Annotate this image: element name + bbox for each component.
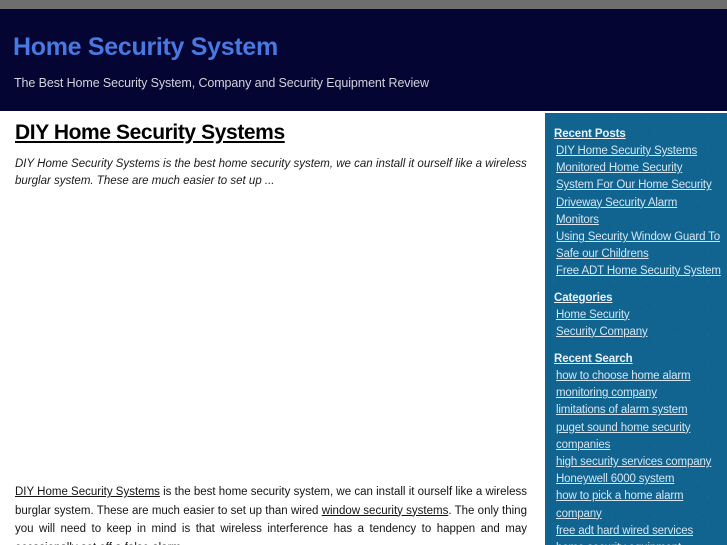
list-item: free adt hard wired services [556,522,722,539]
list-item: high security services company [556,453,722,470]
list-item: Home Security [556,306,722,323]
recent-post-link[interactable]: DIY Home Security Systems [556,145,697,157]
list-item: Driveway Security Alarm Monitors [556,194,722,228]
list-item: Free ADT Home Security System [556,262,722,279]
list-item: Security Company [556,323,722,340]
widget-title-recent-search: Recent Search [554,353,633,366]
post-title: DIY Home Security Systems [15,121,285,145]
main-content-column: DIY Home Security Systems DIY Home Secur… [0,111,545,545]
widget-recent-posts: Recent Posts DIY Home Security Systems M… [545,126,727,280]
list-item: puget sound home security companies [556,419,722,453]
post-title-link[interactable]: DIY Home Security Systems [15,121,285,144]
recent-post-link[interactable]: Driveway Security Alarm Monitors [556,197,677,226]
category-link[interactable]: Security Company [556,326,648,338]
page-root: Home Security System The Best Home Secur… [0,0,727,545]
site-header: Home Security System The Best Home Secur… [0,9,727,111]
browser-chrome-strip [0,0,727,9]
recent-post-link[interactable]: Using Security Window Guard To Safe our … [556,231,720,260]
list-item: Honeywell 6000 system [556,470,722,487]
widget-title-recent-posts: Recent Posts [554,128,626,140]
list-item: home security equipment [556,539,722,545]
content-wrapper: DIY Home Security Systems DIY Home Secur… [0,111,727,545]
list-item: limitations of alarm system [556,401,722,418]
widget-recent-search: Recent Search how to choose home alarm m… [545,351,727,545]
post-body-paragraph: DIY Home Security Systems is the best ho… [15,483,527,545]
diy-home-security-systems-link[interactable]: DIY Home Security Systems [15,486,160,498]
recent-search-link[interactable]: how to choose home alarm monitoring comp… [556,370,691,399]
recent-search-link[interactable]: how to pick a home alarm company [556,490,684,519]
recent-search-link[interactable]: Honeywell 6000 system [556,473,674,485]
post-excerpt: DIY Home Security Systems is the best ho… [15,158,527,187]
widget-categories: Categories Home Security Security Compan… [545,290,727,340]
recent-posts-list: DIY Home Security Systems Monitored Home… [545,142,727,280]
sidebar: Recent Posts DIY Home Security Systems M… [545,113,727,545]
site-tagline: The Best Home Security System, Company a… [14,76,429,90]
window-security-systems-link[interactable]: window security systems [322,505,449,517]
recent-search-link[interactable]: limitations of alarm system [556,404,688,416]
recent-post-link[interactable]: Monitored Home Security System For Our H… [556,162,712,191]
recent-search-link[interactable]: puget sound home security companies [556,422,690,451]
list-item: how to pick a home alarm company [556,487,722,521]
recent-search-link[interactable]: high security services company [556,456,711,468]
list-item: Monitored Home Security System For Our H… [556,159,722,193]
category-link[interactable]: Home Security [556,309,630,321]
advertisement-placeholder [15,199,527,471]
categories-list: Home Security Security Company [545,306,727,340]
recent-search-link[interactable]: free adt hard wired services [556,525,693,537]
recent-post-link[interactable]: Free ADT Home Security System [556,265,721,277]
list-item: DIY Home Security Systems [556,142,722,159]
list-item: Using Security Window Guard To Safe our … [556,228,722,262]
list-item: how to choose home alarm monitoring comp… [556,367,722,401]
recent-search-list: how to choose home alarm monitoring comp… [545,367,727,545]
site-title: Home Security System [13,33,278,61]
widget-title-categories: Categories [554,291,613,304]
